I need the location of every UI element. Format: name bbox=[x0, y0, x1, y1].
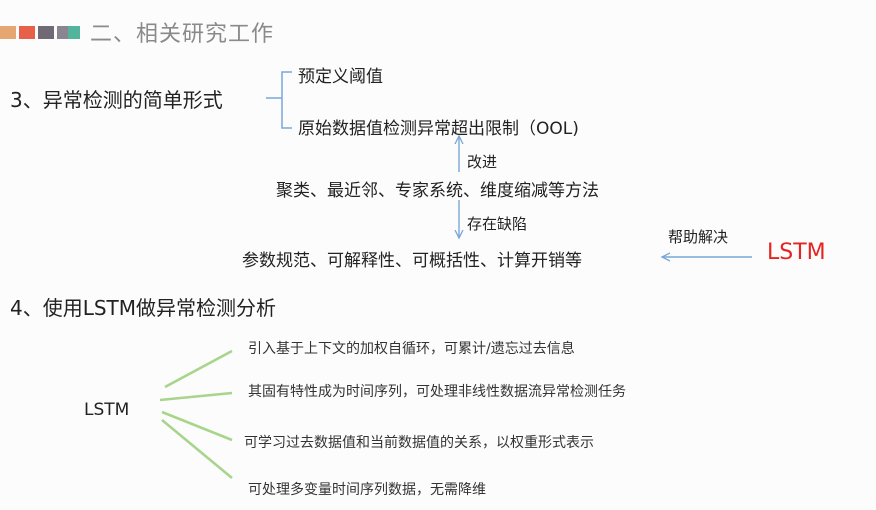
section3-bracket bbox=[266, 71, 292, 129]
lstm-branch-line-2 bbox=[159, 391, 233, 402]
slide: 二、相关研究工作 3、异常检测的简单形式 预定义阈值 原始数据值检测异常超出限制… bbox=[0, 0, 876, 510]
defect-label: 存在缺陷 bbox=[467, 215, 528, 233]
section3-title: 3、异常检测的简单形式 bbox=[10, 88, 223, 112]
lstm-branch-line-1 bbox=[164, 349, 233, 389]
improve-label: 改进 bbox=[467, 153, 498, 171]
lstm-branch-2: 其固有特性成为时间序列，可处理非线性数据流异常检测任务 bbox=[248, 384, 626, 400]
problems-text: 参数规范、可解释性、可概括性、计算开销等 bbox=[242, 251, 582, 271]
lstm-branch-line-3 bbox=[161, 410, 233, 442]
lstm-branch-3: 可学习过去数据值和当前数据值的关系，以权重形式表示 bbox=[244, 435, 594, 451]
lstm-branch-4: 可处理多变量时间序列数据，无需降维 bbox=[248, 482, 486, 498]
section4-title: 4、使用LSTM做异常检测分析 bbox=[10, 296, 277, 320]
methods-text: 聚类、最近邻、专家系统、维度缩减等方法 bbox=[276, 181, 599, 201]
help-label: 帮助解决 bbox=[668, 228, 729, 246]
section3-branch-2: 原始数据值检测异常超出限制（OOL) bbox=[298, 119, 579, 139]
lstm-branch-line-4 bbox=[161, 418, 233, 480]
lstm-highlight: LSTM bbox=[767, 240, 826, 265]
section3-branch-1: 预定义阈值 bbox=[298, 67, 383, 87]
lstm-root: LSTM bbox=[84, 400, 130, 420]
lstm-branch-1: 引入基于上下文的加权自循环，可累计/遗忘过去信息 bbox=[248, 341, 575, 357]
